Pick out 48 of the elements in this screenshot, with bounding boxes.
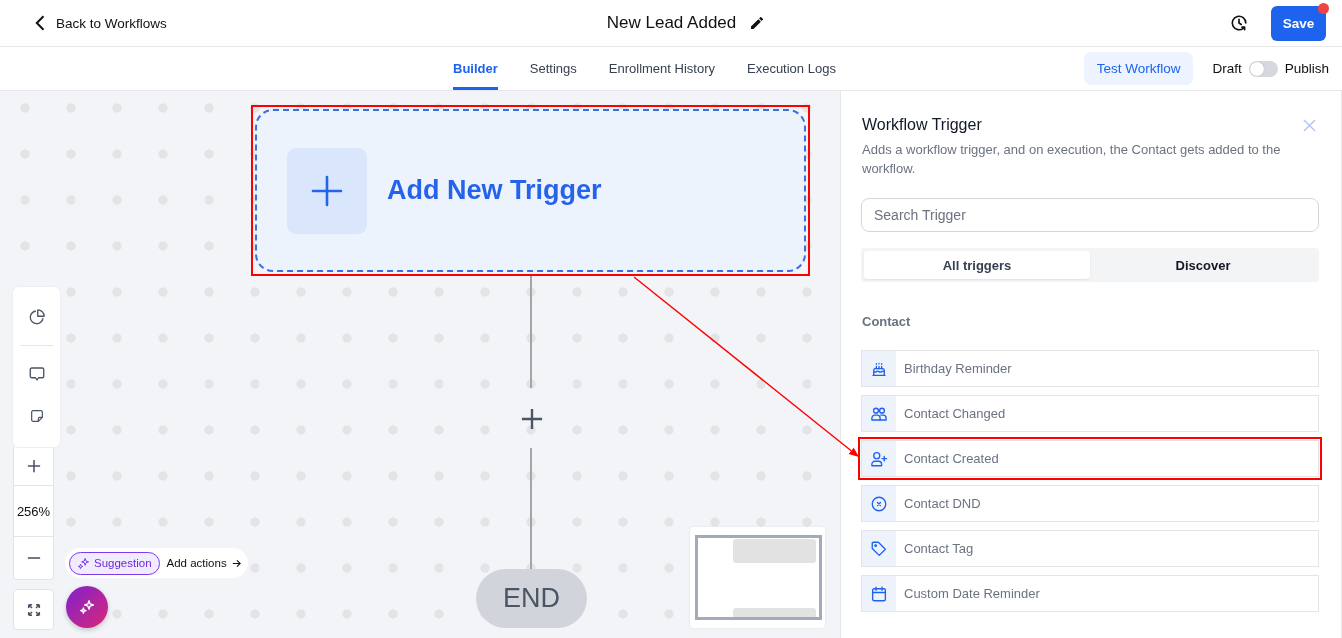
plus-icon[interactable] — [521, 408, 543, 430]
panel-title: Workflow Trigger — [862, 115, 982, 135]
trigger-option[interactable]: Contact Changed — [861, 395, 1319, 432]
plus-icon — [26, 459, 41, 473]
arrow-right-icon — [230, 557, 242, 569]
sparkle-icon — [77, 556, 90, 570]
segment-tab[interactable]: All triggers — [864, 251, 1090, 279]
ai-assist-button[interactable] — [66, 586, 108, 628]
zoom-level: 256% — [14, 485, 53, 537]
tab[interactable]: Enrollment History — [608, 47, 715, 90]
add-actions-link[interactable]: Add actions — [166, 557, 242, 569]
panel-description: Adds a workflow trigger, and on execution, the Contact gets added to the workflow. — [862, 141, 1282, 178]
draft-label: Draft — [1212, 61, 1242, 76]
publish-label: Publish — [1284, 61, 1329, 76]
publish-toggle[interactable] — [1248, 60, 1278, 77]
user-plus-icon — [862, 441, 896, 476]
users-icon — [862, 396, 896, 431]
comment-icon[interactable] — [27, 365, 46, 383]
back-link[interactable]: Back to Workflows — [35, 15, 167, 31]
suggestion-chip[interactable]: Suggestion — [69, 551, 160, 575]
end-node: END — [476, 569, 587, 628]
history-icon[interactable] — [1230, 14, 1248, 32]
search-field[interactable]: Search Trigger — [861, 198, 1319, 232]
sticky-note-icon[interactable] — [28, 408, 45, 424]
segment-tab[interactable]: Discover — [1090, 251, 1316, 279]
plus-icon — [287, 147, 367, 234]
pencil-icon[interactable] — [751, 17, 764, 29]
calendar-icon — [862, 576, 896, 611]
tab[interactable]: Execution Logs — [747, 47, 836, 90]
trigger-option[interactable]: Contact DND — [861, 485, 1319, 522]
section-heading: Contact — [862, 314, 912, 329]
tag-icon — [862, 531, 896, 566]
expand-icon — [25, 601, 42, 618]
sparkle-icon — [79, 599, 95, 615]
minus-icon — [26, 557, 41, 559]
trigger-option[interactable]: Custom Date Reminder — [861, 575, 1319, 612]
test-workflow-button[interactable]: Test Workflow — [1083, 52, 1194, 85]
trigger-option[interactable]: Contact Tag — [861, 530, 1319, 567]
chevron-left-icon — [35, 15, 45, 31]
add-trigger-node[interactable]: Add New Trigger — [255, 109, 806, 272]
save-button[interactable]: Save — [1271, 5, 1326, 41]
fit-view-button[interactable] — [13, 589, 54, 630]
pie-chart-icon[interactable] — [27, 308, 46, 326]
trigger-option[interactable]: Birthday Reminder — [861, 350, 1319, 387]
trigger-option[interactable]: Contact Created — [861, 440, 1319, 477]
tab[interactable]: Settings — [529, 47, 577, 90]
workflow-title: New Lead Added — [606, 13, 737, 33]
cake-icon — [862, 351, 896, 386]
